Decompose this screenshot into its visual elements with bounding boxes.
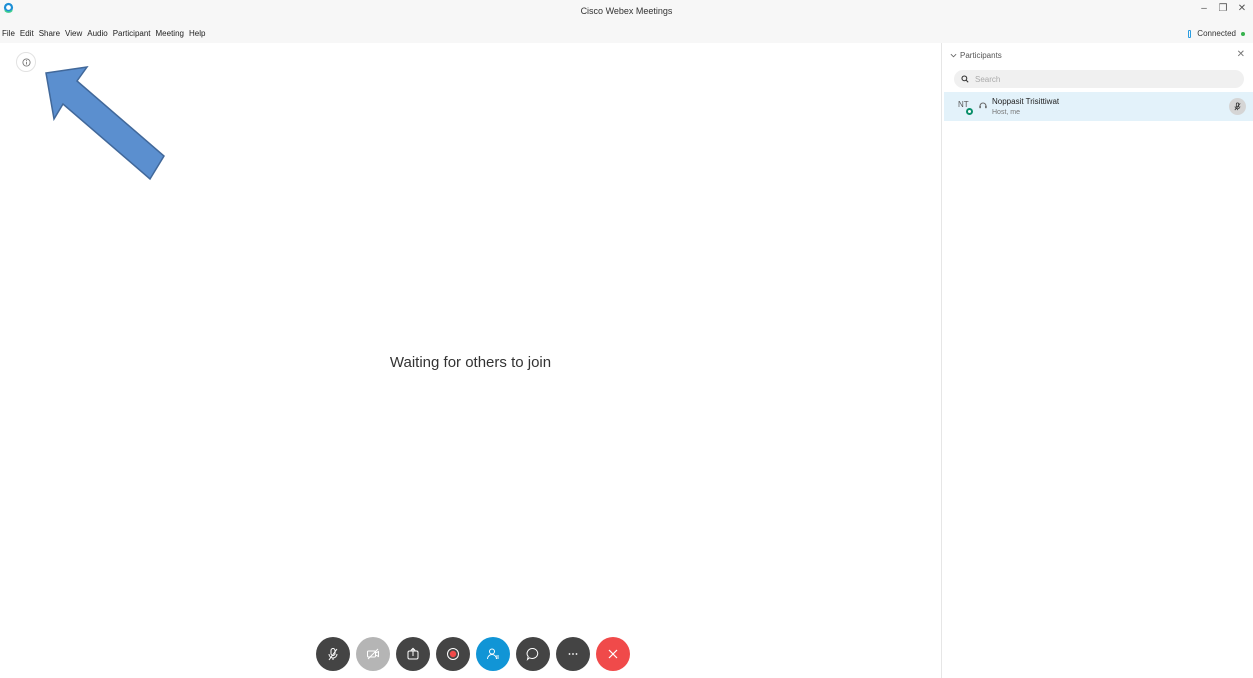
- restore-button[interactable]: ❐: [1218, 3, 1228, 14]
- window-title: Cisco Webex Meetings: [580, 6, 673, 16]
- connection-status[interactable]: Connected: [1188, 29, 1245, 38]
- end-meeting-button[interactable]: [596, 637, 630, 671]
- meeting-info-button[interactable]: [16, 52, 36, 72]
- share-icon: [407, 647, 419, 660]
- menu-help[interactable]: Help: [189, 29, 205, 38]
- record-button[interactable]: [436, 637, 470, 671]
- chevron-down-icon: [950, 53, 957, 58]
- participant-row[interactable]: NT Noppasit Trisittiwat Host, me: [944, 92, 1253, 121]
- signal-icon: [1188, 29, 1192, 38]
- participant-role: Host, me: [992, 109, 1021, 116]
- headset-icon: [979, 102, 987, 109]
- close-icon: [608, 649, 618, 659]
- microphone-muted-icon: [328, 648, 338, 661]
- waiting-message: Waiting for others to join: [389, 354, 552, 371]
- participant-mute-button[interactable]: [1229, 98, 1246, 115]
- panel-title: Participants: [960, 51, 1002, 60]
- participants-panel: Participants ✕ NT Noppasit Trisittiwat H…: [941, 43, 1253, 678]
- participants-icon: [487, 648, 499, 660]
- menu-participant[interactable]: Participant: [113, 29, 151, 38]
- microphone-muted-icon: [1234, 102, 1241, 111]
- title-bar: Cisco Webex Meetings – ❐ ✕: [0, 0, 1253, 26]
- meeting-stage: Waiting for others to join: [0, 43, 941, 678]
- menu-audio[interactable]: Audio: [87, 29, 107, 38]
- chat-icon: [526, 648, 539, 661]
- participants-button[interactable]: [476, 637, 510, 671]
- mute-button[interactable]: [316, 637, 350, 671]
- more-options-button[interactable]: [556, 637, 590, 671]
- record-icon: [447, 648, 459, 660]
- participant-search[interactable]: [954, 70, 1244, 88]
- presence-badge-icon: [966, 108, 973, 115]
- menu-meeting[interactable]: Meeting: [156, 29, 184, 38]
- video-button[interactable]: [356, 637, 390, 671]
- menu-share[interactable]: Share: [39, 29, 60, 38]
- chat-button[interactable]: [516, 637, 550, 671]
- close-panel-button[interactable]: ✕: [1237, 49, 1245, 60]
- participant-name: Noppasit Trisittiwat: [992, 97, 1060, 106]
- panel-header[interactable]: Participants: [950, 51, 1002, 60]
- minimize-button[interactable]: –: [1199, 3, 1209, 14]
- menu-bar: File Edit Share View Audio Participant M…: [0, 26, 1253, 43]
- close-window-button[interactable]: ✕: [1237, 3, 1247, 14]
- share-button[interactable]: [396, 637, 430, 671]
- menu-file[interactable]: File: [2, 29, 15, 38]
- more-icon: [568, 653, 578, 655]
- connected-dot-icon: [1241, 31, 1245, 36]
- menu-edit[interactable]: Edit: [20, 29, 34, 38]
- video-off-icon: [367, 648, 379, 660]
- meeting-controls: [316, 637, 630, 671]
- connection-label: Connected: [1197, 29, 1236, 38]
- menu-view[interactable]: View: [65, 29, 82, 38]
- info-icon: [21, 57, 31, 67]
- search-icon: [961, 75, 969, 83]
- search-input[interactable]: [975, 74, 1225, 84]
- annotation-arrow-icon: [45, 66, 165, 181]
